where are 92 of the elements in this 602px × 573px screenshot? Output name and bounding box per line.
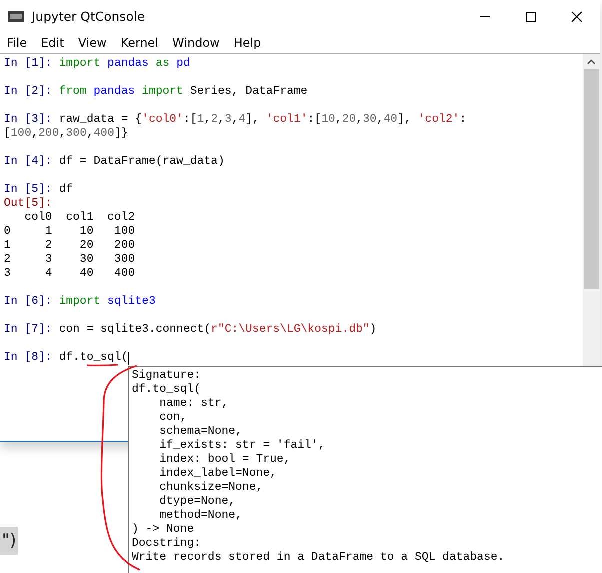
prompt-label: Out[5]: [4,198,52,210]
prompt-label: In [8]: [4,352,54,364]
tooltip-line: index_label=None, [158,467,277,481]
tooltip-line: name: str, [158,397,229,411]
tooltip-line: Write records stored in a DataFrame to a SQL database. [132,551,505,565]
tooltip-line: ) -> None [132,523,194,537]
tooltip-line: Docstring: [132,537,202,551]
code-token: to_sql [80,352,122,364]
prompt-label: In [6]: [4,296,54,308]
menu-item[interactable]: Edit [41,36,64,50]
code-token: from [59,86,87,98]
code-token: 0 1 10 100 [4,226,136,238]
code-token: 1 2 20 200 [4,240,136,252]
tooltip-line: method=None, [158,509,242,523]
tooltip-line: Signature: [132,369,202,383]
code-token: as [154,58,170,70]
code-token: ], [246,114,260,126]
menu-item[interactable]: Kernel [120,36,159,50]
code-token: 300 [66,128,87,140]
code-token: r"C:\Users\LG\kospi.db" [211,324,370,336]
code-token: 'col0' [142,114,184,126]
code-token: ], [398,114,412,126]
scroll-up-icon[interactable] [587,59,596,65]
code-token: 400 [94,128,114,140]
code-token: 2 3 30 300 [4,254,136,266]
code-token: con = sqlite3.connect( [59,324,212,336]
code-token: import [59,296,101,308]
code-token: , [376,114,384,126]
code-token: 4 [238,114,246,126]
code-token: , [335,114,342,126]
code-token: ]} [114,128,128,140]
code-token: [ [4,128,11,140]
tooltip-line: df.to_sql( [132,383,202,397]
code-token: 'col1' [266,114,308,126]
code-token: 30 [363,114,377,126]
code-token: , [59,128,66,140]
code-token: sqlite3 [106,296,156,308]
maximize-icon[interactable] [525,10,537,22]
tooltip-line: if_exists: str = 'fail', [158,439,326,453]
code-token: import [141,86,184,98]
code-token: 40 [384,114,398,126]
code-token: , [204,114,212,126]
code-token: , [356,114,364,126]
tooltip-line: index: bool = True, [158,453,291,467]
prompt-label: In [4]: [4,156,54,168]
code-token: :[ [308,114,322,126]
code-token: , [86,128,94,140]
menu-item[interactable]: File [7,36,28,50]
code-token: import [59,58,101,70]
code-token: pandas [106,58,149,70]
code-token: df [59,184,74,196]
code-token: 3 4 40 400 [4,268,136,280]
code-token: ) [370,324,377,336]
code-token: pd [176,58,190,70]
prompt-label: In [1]: [4,58,54,70]
code-token: df = DataFrame(raw_data) [59,156,225,168]
window-title: Jupyter QtConsole [32,9,146,24]
code-token: , [218,114,225,126]
code-token: raw_data = { [59,114,142,126]
prompt-label: In [2]: [4,86,54,98]
code-token: 100 [10,128,32,140]
code-token: Series, DataFrame [189,86,308,98]
code-token: : [460,114,467,126]
code-token: 'col2' [418,114,460,126]
code-token: 200 [38,128,60,140]
code-token: ( [121,352,128,364]
close-icon[interactable] [571,10,583,22]
menu-item[interactable]: Window [172,36,220,50]
tooltip-line: con, [158,411,188,425]
menu-item[interactable]: Help [234,36,262,50]
code-token: 2 [211,114,218,126]
background-text: ") [0,527,18,555]
menu-item[interactable]: View [78,36,107,50]
code-token: , [232,114,239,126]
code-token: 1 [197,114,204,126]
prompt-label: In [5]: [4,184,54,196]
code-token: :[ [183,114,198,126]
code-token: , [32,128,39,140]
code-token: 10 [322,114,336,126]
code-token: pandas [92,86,136,98]
code-token: df. [59,352,80,364]
tooltip-line: dtype=None, [158,495,236,509]
app-icon [8,11,24,22]
scrollbar-thumb[interactable] [584,69,599,289]
prompt-label: In [7]: [4,324,54,336]
code-token: 20 [342,114,356,126]
tooltip-line: chunksize=None, [158,481,264,495]
tooltip-line: schema=None, [158,425,242,439]
code-token: col0 col1 col2 [24,212,136,224]
underline-mark [86,364,118,366]
prompt-label: In [3]: [4,114,54,126]
code-token: 3 [224,114,232,126]
